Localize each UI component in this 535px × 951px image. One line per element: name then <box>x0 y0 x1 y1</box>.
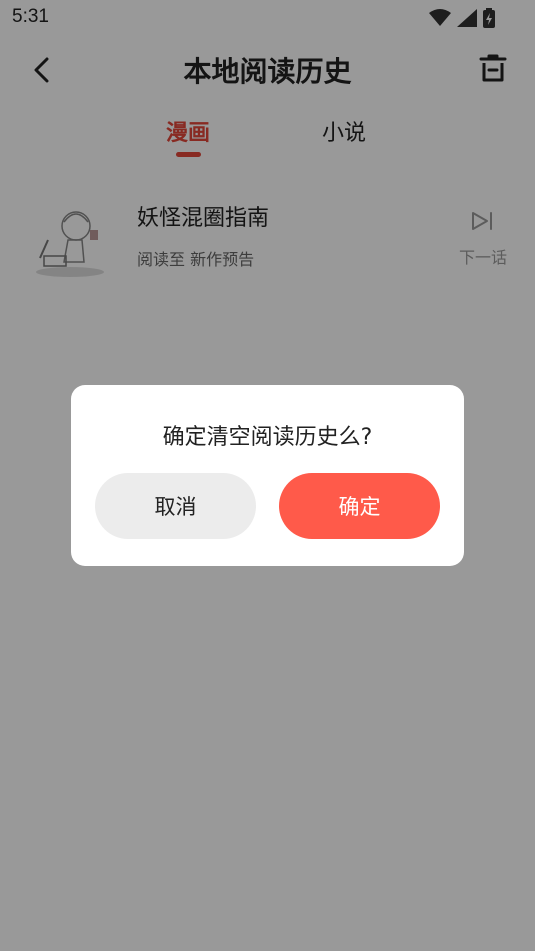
clear-history-dialog: 确定清空阅读历史么? 取消 确定 <box>71 385 464 566</box>
dialog-message: 确定清空阅读历史么? <box>162 425 373 450</box>
cancel-button[interactable]: 取消 <box>95 473 256 539</box>
confirm-button[interactable]: 确定 <box>279 473 440 539</box>
